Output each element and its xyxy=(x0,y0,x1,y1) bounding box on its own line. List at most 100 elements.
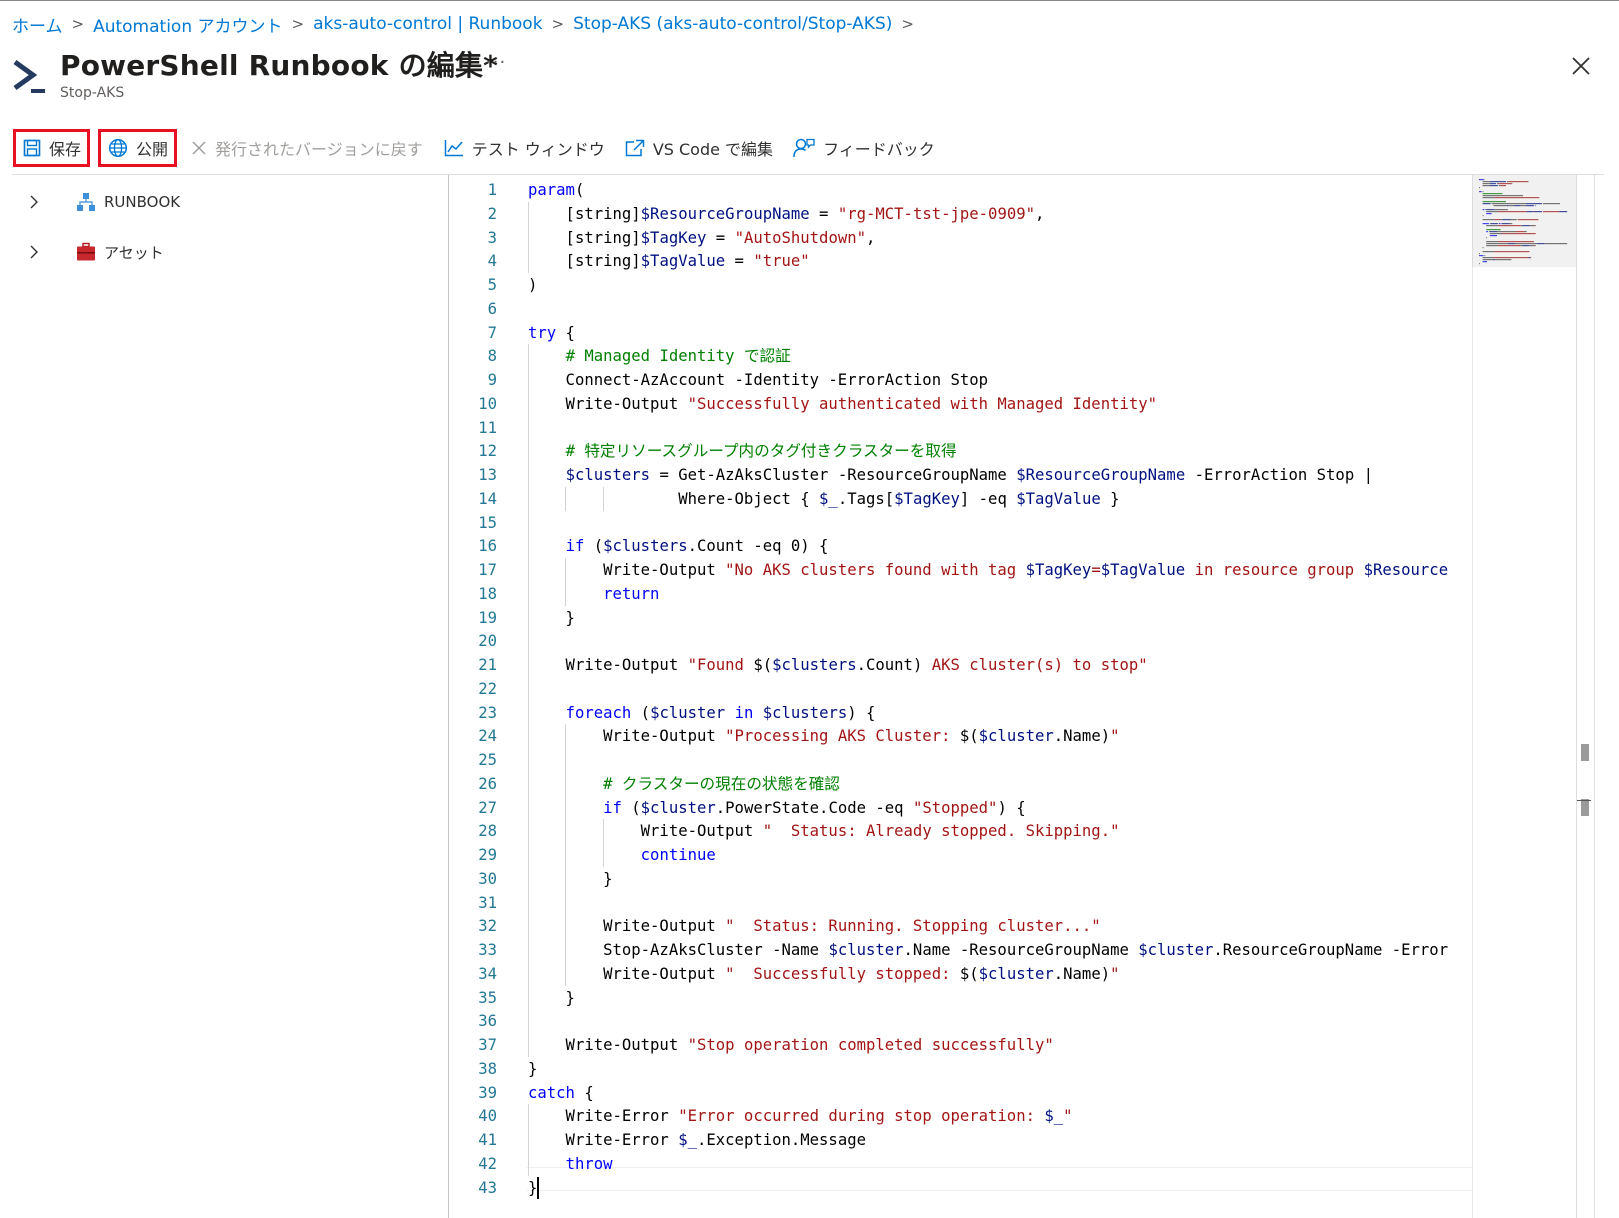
command-bar: 保存 公開 発行されたバージョンに戻す テスト ウィンドウ VS Code で編… xyxy=(13,129,935,167)
code-line: 21 Write-Output "Found $($clusters.Count… xyxy=(449,653,1471,677)
code-token: ( xyxy=(621,798,641,817)
code-editor[interactable]: 1 param(2 [string]$ResourceGroupName = "r… xyxy=(449,175,1564,1218)
code-token: = xyxy=(1091,561,1101,579)
code-token: " xyxy=(1110,727,1120,746)
close-icon[interactable] xyxy=(1570,55,1592,77)
tree-item-runbook[interactable]: RUNBOOK xyxy=(26,187,180,217)
code-token: $clusters xyxy=(603,537,688,556)
chevron-right-icon xyxy=(30,245,38,259)
breadcrumb-home[interactable]: ホーム xyxy=(12,12,63,37)
revert-to-published-button[interactable]: 発行されたバージョンに戻す xyxy=(191,129,423,167)
code-token: $ResourceGroupName xyxy=(640,204,810,223)
line-number: 29 xyxy=(478,846,497,864)
code-token: $TagValue xyxy=(640,252,726,271)
code-token: throw xyxy=(565,1154,613,1173)
code-token: .Name) xyxy=(1053,964,1111,983)
code-token: catch xyxy=(528,1083,575,1102)
code-token: } xyxy=(528,869,613,888)
code-token: .Name -ResourceGroupName xyxy=(903,941,1139,959)
code-token: $cluster xyxy=(640,798,716,817)
code-line: 37 Write-Output "Stop operation complete… xyxy=(449,1033,1471,1057)
code-line: 25 xyxy=(449,748,1471,772)
code-token: } xyxy=(528,1059,538,1078)
code-text: } xyxy=(528,986,575,1010)
code-token: "Error occurred during stop operation: xyxy=(678,1107,1045,1126)
code-token: continue xyxy=(640,846,716,864)
scroll-thumb[interactable] xyxy=(1581,744,1589,761)
line-number: 4 xyxy=(487,252,497,271)
line-number: 38 xyxy=(478,1059,497,1078)
cursor-position-marker xyxy=(1577,800,1591,801)
line-number: 24 xyxy=(478,727,497,746)
code-token: if xyxy=(565,537,585,556)
code-token: Write-Output xyxy=(528,394,688,413)
code-token: = xyxy=(706,228,735,247)
code-line: 12 # 特定リソースグループ内のタグ付きクラスターを取得 xyxy=(449,439,1471,463)
code-token: return xyxy=(603,584,660,603)
breadcrumb-runbook[interactable]: Stop-AKS (aks-auto-control/Stop-AKS) xyxy=(573,14,892,34)
minimap-viewport xyxy=(1472,175,1576,267)
code-token: .Tags[ xyxy=(837,489,895,508)
line-number: 39 xyxy=(478,1083,497,1102)
line-number: 36 xyxy=(478,1012,497,1031)
code-line: 2 [string]$ResourceGroupName = "rg-MCT-t… xyxy=(449,202,1471,226)
code-text: } xyxy=(528,867,613,891)
tree-item-assets[interactable]: アセット xyxy=(26,237,164,267)
code-line: 15 xyxy=(449,511,1471,535)
editor-vertical-scrollbar[interactable] xyxy=(1576,175,1591,1218)
code-token: $Resource xyxy=(1363,561,1449,579)
hierarchy-icon xyxy=(77,193,95,211)
code-token: " xyxy=(1110,964,1120,983)
publish-button[interactable]: 公開 xyxy=(98,129,178,167)
code-text: Write-Output "Processing AKS Cluster: $(… xyxy=(528,724,1120,748)
code-token: "Stop operation completed successfully" xyxy=(687,1036,1054,1054)
code-text: Write-Error "Error occurred during stop … xyxy=(528,1104,1073,1128)
code-token: "Processing AKS Cluster: xyxy=(725,727,960,746)
code-text: Write-Output "No AKS clusters found with… xyxy=(528,558,1448,582)
code-text: # クラスターの現在の状態を確認 xyxy=(528,772,840,796)
code-token: Write-Output xyxy=(528,822,763,841)
code-text: if ($clusters.Count -eq 0) { xyxy=(528,534,829,558)
code-token: "Stopped" xyxy=(912,798,998,817)
save-button[interactable]: 保存 xyxy=(13,129,91,167)
code-token: " Status: Running. Stopping cluster..." xyxy=(725,917,1101,936)
test-window-button[interactable]: テスト ウィンドウ xyxy=(444,129,605,167)
code-token: Write-Output xyxy=(528,917,726,936)
line-number: 1 xyxy=(487,181,497,199)
code-text: $clusters = Get-AzAksCluster -ResourceGr… xyxy=(528,463,1373,487)
code-token: $TagValue xyxy=(1100,561,1186,579)
scroll-marker xyxy=(1581,799,1589,816)
feedback-label: フィードバック xyxy=(823,140,935,159)
code-line: 5) xyxy=(449,273,1471,297)
line-number: 31 xyxy=(478,893,497,912)
line-number: 41 xyxy=(478,1131,497,1149)
breadcrumb-runbook-list[interactable]: aks-auto-control | Runbook xyxy=(313,14,542,34)
code-token: ( xyxy=(574,181,585,199)
open-external-icon xyxy=(625,139,645,157)
code-token: ( xyxy=(584,537,604,556)
chart-line-icon xyxy=(444,140,463,157)
code-line: 38} xyxy=(449,1057,1471,1081)
tree-item-assets-label: アセット xyxy=(104,243,164,262)
save-icon xyxy=(23,139,41,157)
indent-guide xyxy=(565,558,567,606)
feedback-button[interactable]: フィードバック xyxy=(793,129,935,167)
more-options-icon[interactable]: ··· xyxy=(486,52,506,73)
code-token: ) { xyxy=(997,798,1026,817)
code-token: $clusters xyxy=(762,703,848,722)
code-text: Write-Output "Stop operation completed s… xyxy=(528,1033,1054,1057)
line-number: 13 xyxy=(478,466,497,484)
code-token: # Managed Identity で認証 xyxy=(565,347,791,366)
code-line: 24 Write-Output "Processing AKS Cluster:… xyxy=(449,724,1471,748)
code-line: 34 Write-Output " Successfully stopped: … xyxy=(449,962,1471,986)
minimap[interactable] xyxy=(1472,175,1577,1218)
code-token: [string] xyxy=(528,204,641,223)
breadcrumb-automation-accounts[interactable]: Automation アカウント xyxy=(93,12,282,37)
edit-in-vscode-button[interactable]: VS Code で編集 xyxy=(625,129,773,167)
line-number: 34 xyxy=(478,964,497,983)
code-line: 16 if ($clusters.Count -eq 0) { xyxy=(449,534,1471,558)
code-token: } xyxy=(1100,489,1120,508)
